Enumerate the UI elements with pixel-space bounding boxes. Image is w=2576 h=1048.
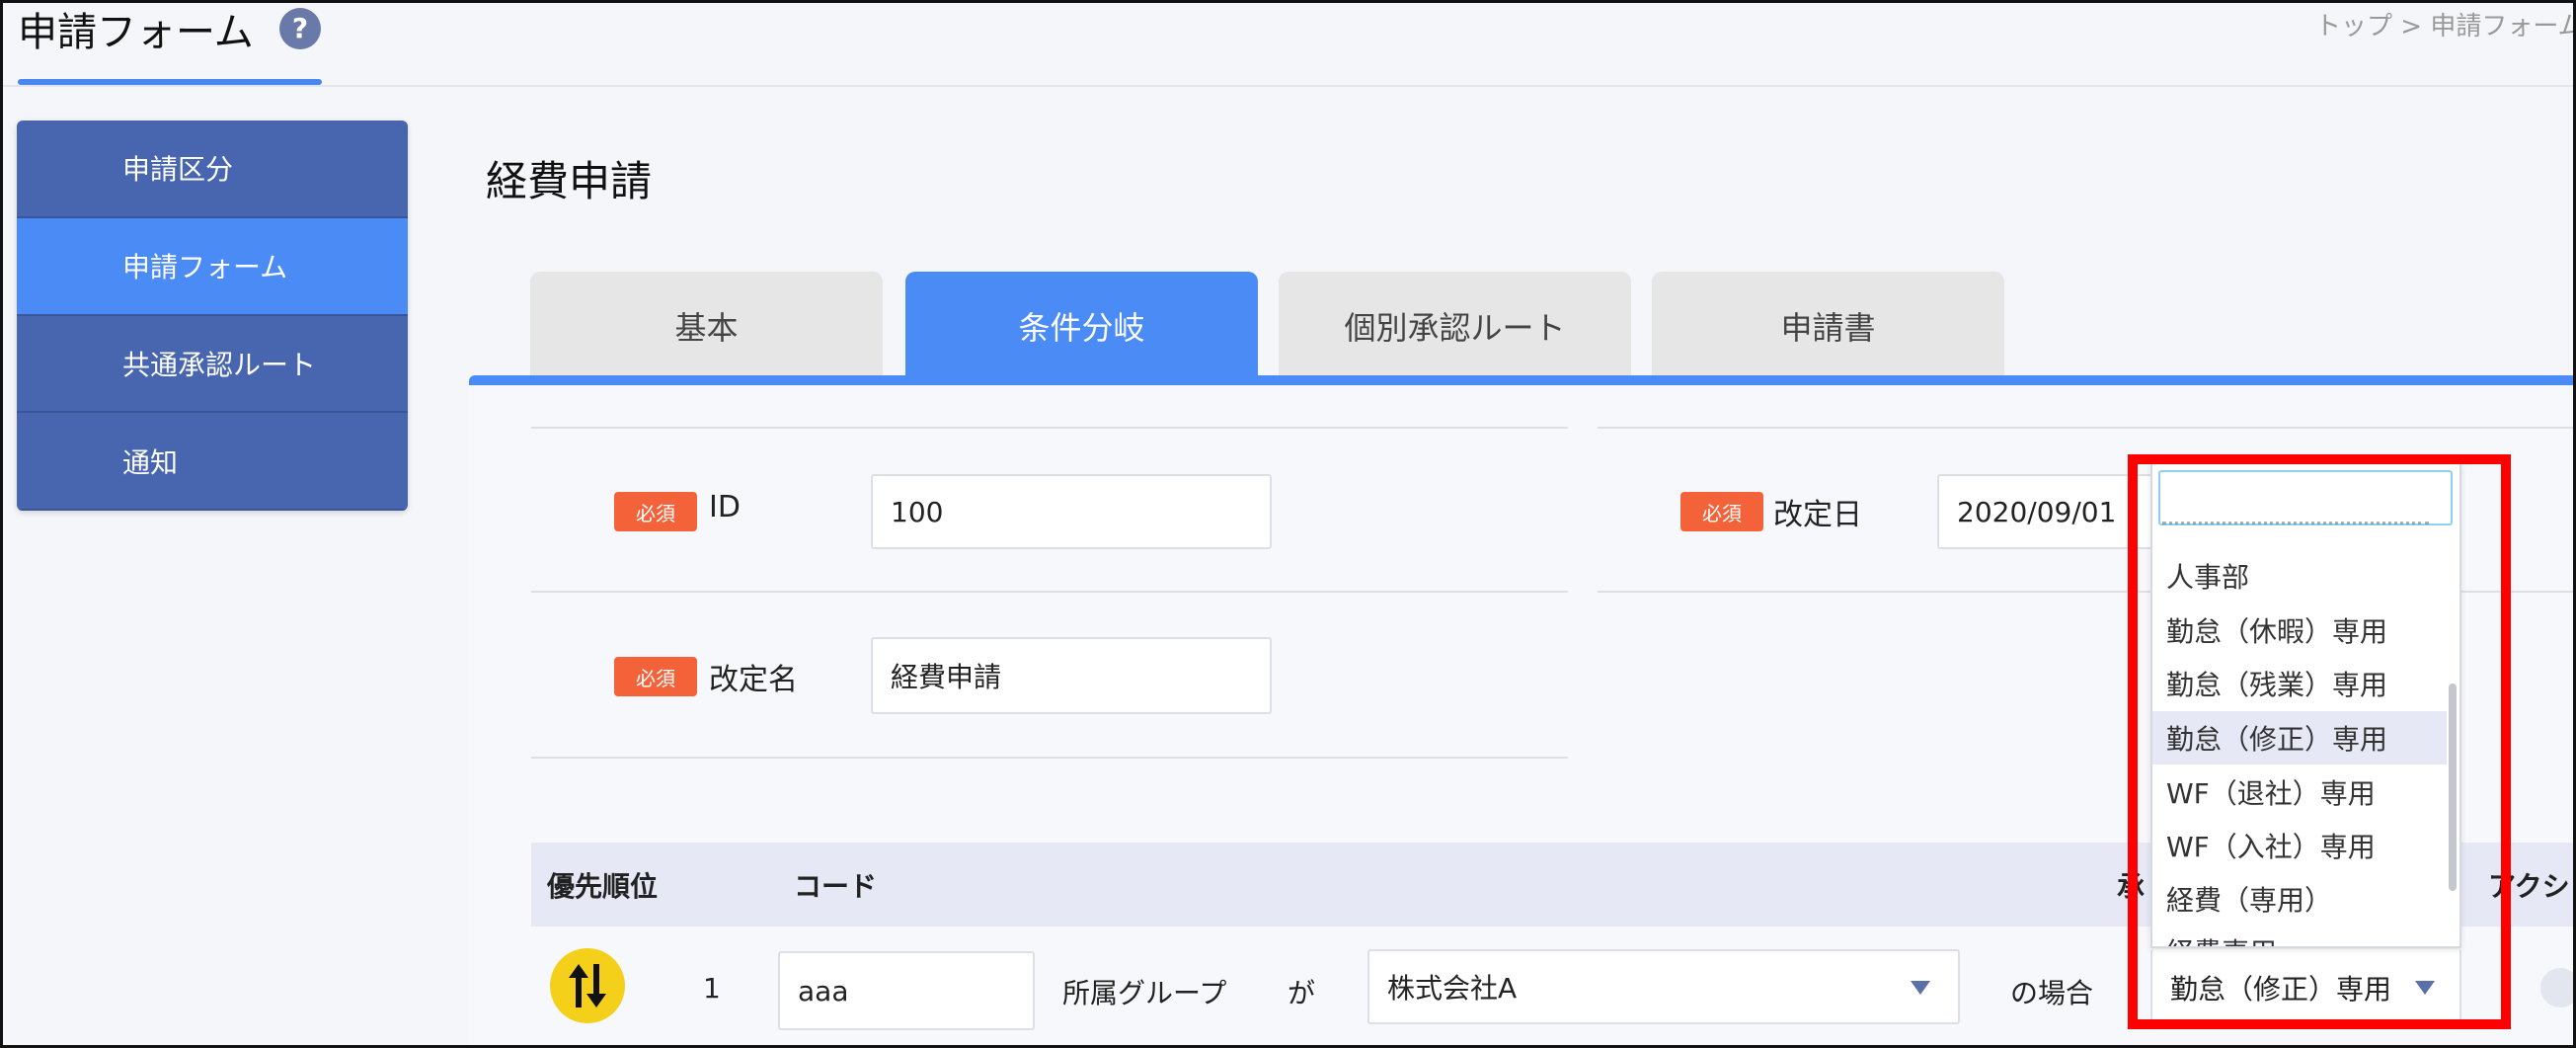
- form-divider: [1598, 427, 2576, 429]
- sidebar-item-application-category[interactable]: 申請区分: [17, 121, 408, 218]
- breadcrumb[interactable]: トップ > 申請フォーム: [2315, 6, 2576, 42]
- reorder-icon[interactable]: [550, 948, 625, 1023]
- form-divider: [531, 427, 1568, 429]
- column-header-priority: 優先順位: [547, 869, 659, 903]
- sidebar-item-common-approval-route[interactable]: 共通承認ルート: [17, 315, 408, 414]
- tab-application-document[interactable]: 申請書: [1652, 272, 2004, 380]
- main-title: 経費申請: [486, 157, 653, 205]
- required-badge: 必須: [614, 492, 697, 531]
- highlight-box: [2128, 454, 2511, 1029]
- tab-individual-approval-route[interactable]: 個別承認ルート: [1279, 272, 1631, 380]
- revision-name-input[interactable]: 経費申請: [871, 637, 1272, 714]
- column-header-code: コード: [794, 869, 878, 903]
- condition-ga-label: が: [1288, 977, 1316, 1009]
- condition-field-label: 所属グループ: [1062, 977, 1227, 1009]
- priority-value: 1: [703, 972, 721, 1005]
- required-badge: 必須: [614, 657, 697, 696]
- id-label: ID: [709, 490, 741, 524]
- condition-value-text: 株式会社A: [1387, 972, 1518, 1005]
- code-input[interactable]: aaa: [778, 951, 1035, 1030]
- revision-name-label: 改定名: [709, 663, 798, 697]
- chevron-down-icon: [1911, 981, 1930, 995]
- action-button[interactable]: [2540, 968, 2576, 1008]
- sidebar: 申請区分 申請フォーム 共通承認ルート 通知: [17, 121, 408, 511]
- tab-panel-accent-bar: [469, 375, 2576, 385]
- revision-date-input[interactable]: 2020/09/01: [1937, 474, 2154, 549]
- sidebar-item-application-form[interactable]: 申請フォーム: [17, 217, 408, 316]
- tab-basic[interactable]: 基本: [530, 272, 883, 380]
- form-divider: [531, 757, 1568, 759]
- required-badge: 必須: [1680, 492, 1763, 531]
- help-icon[interactable]: ?: [279, 8, 321, 49]
- tab-conditional-branch[interactable]: 条件分岐: [905, 272, 1258, 380]
- sidebar-item-notification[interactable]: 通知: [17, 413, 408, 511]
- id-input[interactable]: 100: [871, 474, 1272, 549]
- page-header-title: 申請フォーム: [18, 10, 254, 55]
- form-divider: [531, 591, 1568, 593]
- header-divider: [0, 85, 2576, 87]
- revision-date-label: 改定日: [1773, 498, 1862, 532]
- condition-value-select[interactable]: 株式会社A: [1367, 949, 1960, 1024]
- case-label: の場合: [2010, 977, 2094, 1009]
